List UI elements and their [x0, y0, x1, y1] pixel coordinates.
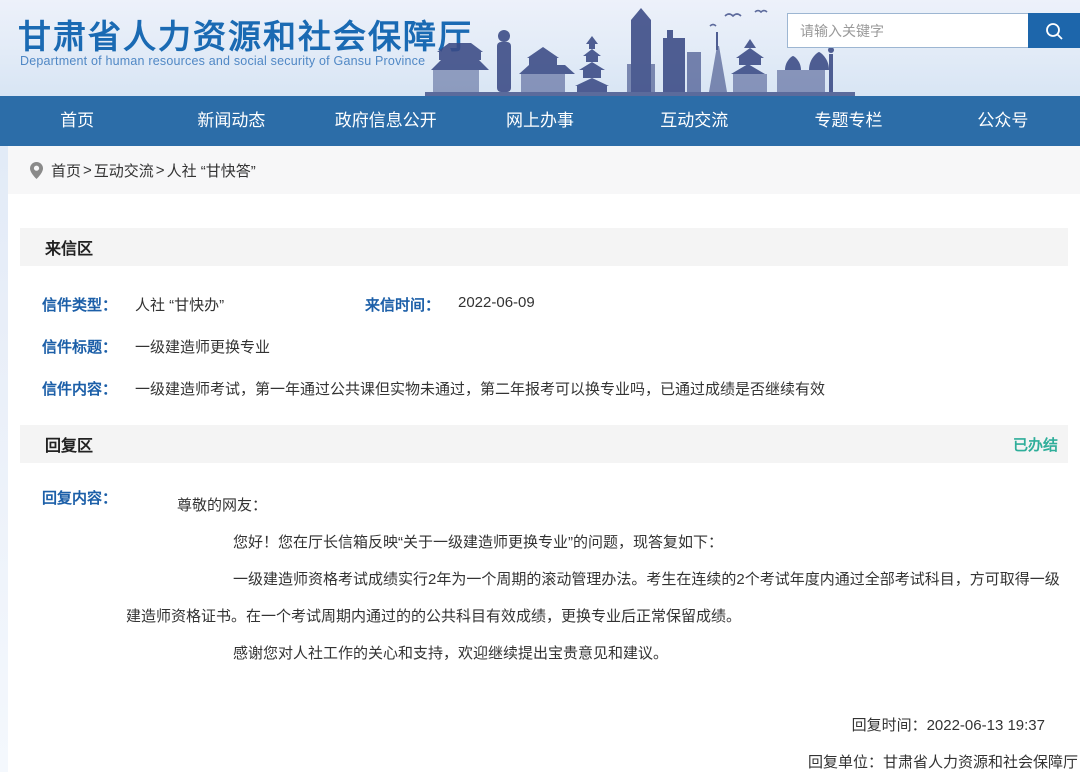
- breadcrumb-interaction[interactable]: 互动交流: [94, 160, 154, 181]
- reply-content-label: 回复内容：: [42, 487, 126, 672]
- letter-row-title: 信件标题： 一级建造师更换专业: [42, 336, 1068, 357]
- reply-content: 回复内容： 尊敬的网友： 您好！您在厅长信箱反映“关于一级建造师更换专业”的问题…: [8, 463, 1080, 672]
- nav-item-official-account[interactable]: 公众号: [926, 96, 1080, 146]
- reply-unit: 回复单位：甘肃省人力资源和社会保障厅: [8, 751, 1080, 772]
- letter-type: 信件类型： 人社 “甘快办”: [42, 294, 365, 315]
- letter-type-label: 信件类型：: [42, 294, 135, 315]
- site-search: [787, 13, 1080, 48]
- nav-item-interaction[interactable]: 互动交流: [617, 96, 771, 146]
- breadcrumb-separator: >: [156, 162, 165, 179]
- reply-section-header: 回复区 已办结: [20, 425, 1068, 463]
- site-banner: 甘肃省人力资源和社会保障厅 Department of human resour…: [0, 0, 1080, 96]
- site-title: 甘肃省人力资源和社会保障厅: [18, 10, 473, 58]
- letter-time-value: 2022-06-09: [458, 294, 535, 315]
- search-icon: [1044, 21, 1064, 41]
- nav-item-special-topics[interactable]: 专题专栏: [771, 96, 925, 146]
- reply-paragraph: 您好！您在厅长信箱反映“关于一级建造师更换专业”的问题，现答复如下：: [126, 524, 1068, 561]
- reply-time: 回复时间：2022-06-13 19:37: [8, 714, 1080, 735]
- reply-paragraph: 尊敬的网友：: [126, 487, 1068, 524]
- search-input[interactable]: [787, 13, 1028, 48]
- reply-paragraph: 一级建造师资格考试成绩实行2年为一个周期的滚动管理办法。考生在连续的2个考试年度…: [126, 561, 1068, 635]
- breadcrumb-home[interactable]: 首页: [51, 160, 81, 181]
- letter-row-content: 信件内容： 一级建造师考试，第一年通过公共课但实物未通过，第二年报考可以换专业吗…: [42, 378, 1068, 399]
- letter-section-header: 来信区: [20, 228, 1068, 266]
- letter-time: 来信时间： 2022-06-09: [365, 294, 535, 315]
- reply-section-title: 回复区: [45, 432, 93, 456]
- main-nav: 首页 新闻动态 政府信息公开 网上办事 互动交流 专题专栏 公众号: [0, 96, 1080, 146]
- reply-meta: 回复时间：2022-06-13 19:37 回复单位：甘肃省人力资源和社会保障厅: [8, 714, 1080, 772]
- nav-item-gov-info[interactable]: 政府信息公开: [309, 96, 463, 146]
- breadcrumb-separator: >: [83, 162, 92, 179]
- reply-paragraph: 感谢您对人社工作的关心和支持，欢迎继续提出宝贵意见和建议。: [126, 635, 1068, 672]
- nav-item-news[interactable]: 新闻动态: [154, 96, 308, 146]
- site-subtitle-en: Department of human resources and social…: [20, 54, 425, 68]
- breadcrumb-current: 人社 “甘快答”: [167, 160, 256, 181]
- reply-text: 尊敬的网友： 您好！您在厅长信箱反映“关于一级建造师更换专业”的问题，现答复如下…: [126, 487, 1068, 672]
- search-button[interactable]: [1028, 13, 1080, 48]
- nav-item-home[interactable]: 首页: [0, 96, 154, 146]
- letter-time-label: 来信时间：: [365, 294, 458, 315]
- main-content: 首页 > 互动交流 > 人社 “甘快答” 来信区 信件类型： 人社 “甘快办” …: [8, 146, 1080, 772]
- nav-item-online-services[interactable]: 网上办事: [463, 96, 617, 146]
- letter-title-label: 信件标题：: [42, 336, 135, 357]
- status-badge: 已办结: [1013, 434, 1058, 455]
- letter-info: 信件类型： 人社 “甘快办” 来信时间： 2022-06-09 信件标题： 一级…: [8, 266, 1080, 425]
- spacer: [8, 194, 1080, 228]
- letter-title-value: 一级建造师更换专业: [135, 336, 270, 357]
- letter-row-type-time: 信件类型： 人社 “甘快办” 来信时间： 2022-06-09: [42, 294, 1068, 315]
- letter-section-title: 来信区: [45, 235, 93, 259]
- letter-content-value: 一级建造师考试，第一年通过公共课但实物未通过，第二年报考可以换专业吗，已通过成绩…: [135, 378, 825, 399]
- letter-content-label: 信件内容：: [42, 378, 135, 399]
- location-pin-icon: [30, 162, 43, 179]
- letter-type-value: 人社 “甘快办”: [135, 294, 224, 315]
- breadcrumb: 首页 > 互动交流 > 人社 “甘快答”: [8, 146, 1080, 194]
